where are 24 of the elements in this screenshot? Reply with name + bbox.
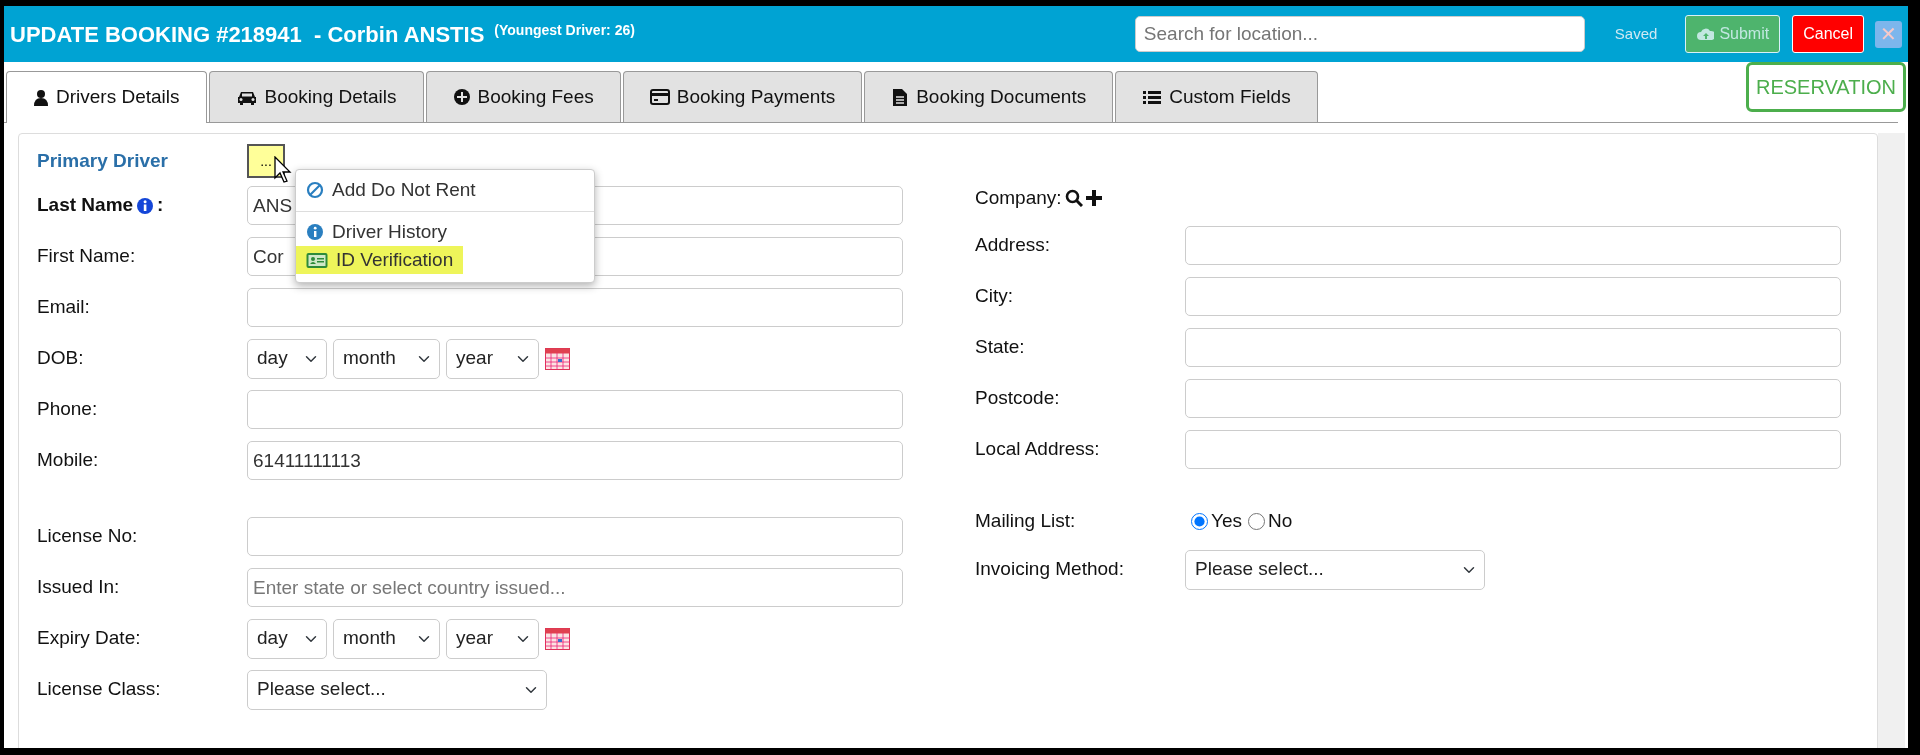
field-label: Email:	[37, 295, 90, 320]
page-title: UPDATE BOOKING #218941 - Corbin ANSTIS	[10, 20, 485, 49]
field-label: Postcode:	[975, 386, 1060, 411]
booking-type-badge: RESERVATION	[1745, 62, 1906, 112]
field-label: Mobile:	[37, 448, 99, 473]
field-label: Address:	[975, 233, 1050, 258]
section-title: Primary Driver	[37, 148, 169, 173]
save-status: Saved	[1614, 23, 1658, 44]
field-label: Local Address:	[975, 437, 1100, 462]
field-label: Invoicing Method:	[975, 557, 1124, 582]
field-label: City:	[975, 284, 1013, 309]
field-label: Phone:	[37, 397, 98, 422]
field-label: Company:	[975, 185, 1062, 210]
youngest-driver-note: (Youngest Driver: 26)	[494, 21, 635, 40]
field-label: :	[157, 193, 164, 218]
field-label: License No:	[37, 524, 138, 549]
field-label: Issued In:	[37, 575, 120, 600]
field-label: Last Name	[37, 193, 134, 218]
field-label: Expiry Date:	[37, 626, 141, 651]
field-label: License Class:	[37, 677, 161, 702]
field-label: DOB:	[37, 346, 84, 371]
field-label: Mailing List:	[975, 508, 1076, 533]
field-label: First Name:	[37, 244, 136, 269]
field-label: State:	[975, 335, 1025, 360]
